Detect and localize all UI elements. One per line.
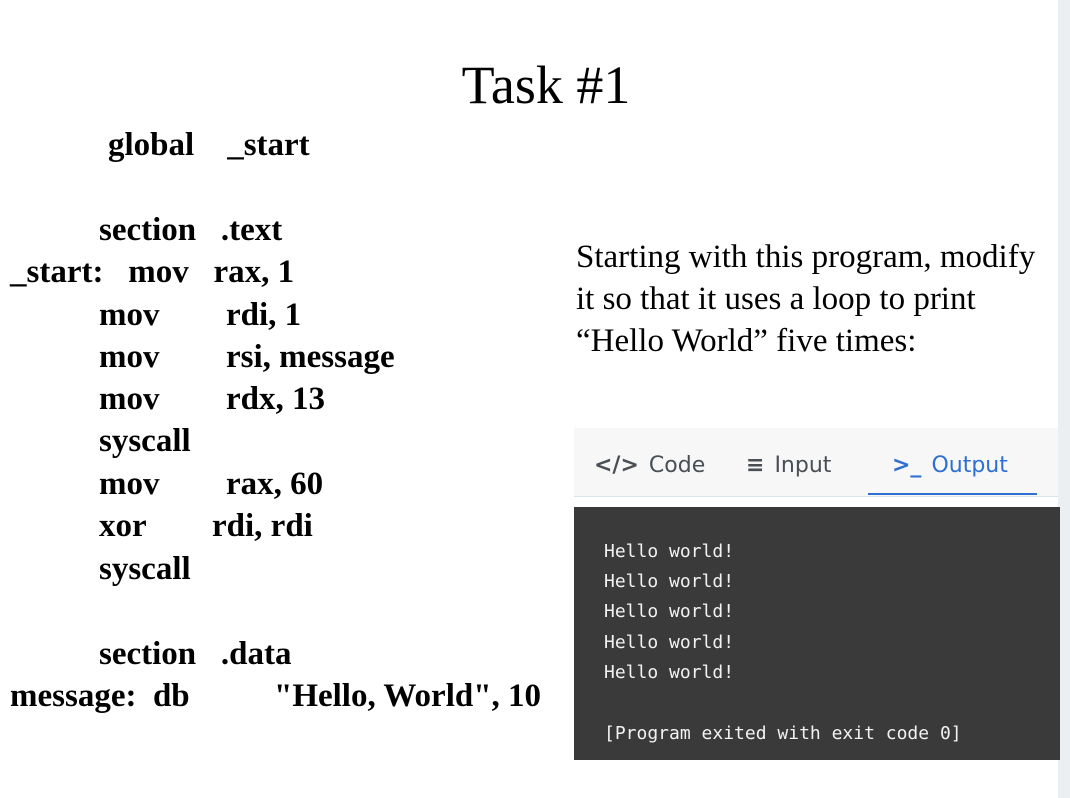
code-line: "Hello, World", 10: [274, 678, 542, 714]
page-title: Task #1: [461, 55, 631, 115]
input-icon: ≡: [746, 453, 765, 478]
tab-code[interactable]: </> Code: [594, 428, 705, 496]
code-line: rdi, 1: [226, 297, 302, 333]
tab-label: Code: [648, 453, 706, 478]
output-line: Hello world!: [604, 541, 735, 562]
code-line: rdx, 13: [226, 381, 325, 417]
terminal-icon: >_: [892, 453, 922, 478]
task-prompt: Starting with this program, modify it so…: [576, 239, 1036, 359]
code-line: xor: [99, 508, 147, 544]
output-line: Hello world!: [604, 632, 735, 653]
tab-input[interactable]: ≡ Input: [746, 428, 831, 496]
code-line: rdi, rdi: [212, 508, 313, 544]
code-line: _start: mov rax, 1: [10, 254, 295, 290]
output-line: Hello world!: [604, 662, 735, 683]
code-line: rsi, message: [226, 339, 395, 375]
code-icon: </>: [594, 453, 639, 478]
code-line: syscall: [99, 423, 191, 459]
code-line: mov: [99, 297, 160, 333]
code-line: syscall: [99, 551, 191, 587]
code-line: section .data: [99, 636, 292, 672]
tab-output[interactable]: >_ Output: [892, 428, 1008, 496]
tab-label: Output: [931, 453, 1008, 478]
code-line: rax, 60: [226, 466, 324, 502]
tab-bar: </> Code ≡ Input >_ Output: [574, 428, 1058, 497]
active-tab-indicator: [868, 493, 1037, 495]
exit-message: [Program exited with exit code 0]: [604, 723, 962, 744]
code-line: global _start: [108, 127, 310, 163]
code-line: message: db: [10, 678, 190, 714]
output-line: Hello world!: [604, 571, 735, 592]
code-line: mov: [99, 381, 160, 417]
code-line: mov: [99, 466, 160, 502]
tab-label: Input: [774, 453, 832, 478]
code-line: section .text: [99, 212, 283, 248]
code-line: mov: [99, 339, 160, 375]
output-line: Hello world!: [604, 601, 735, 622]
